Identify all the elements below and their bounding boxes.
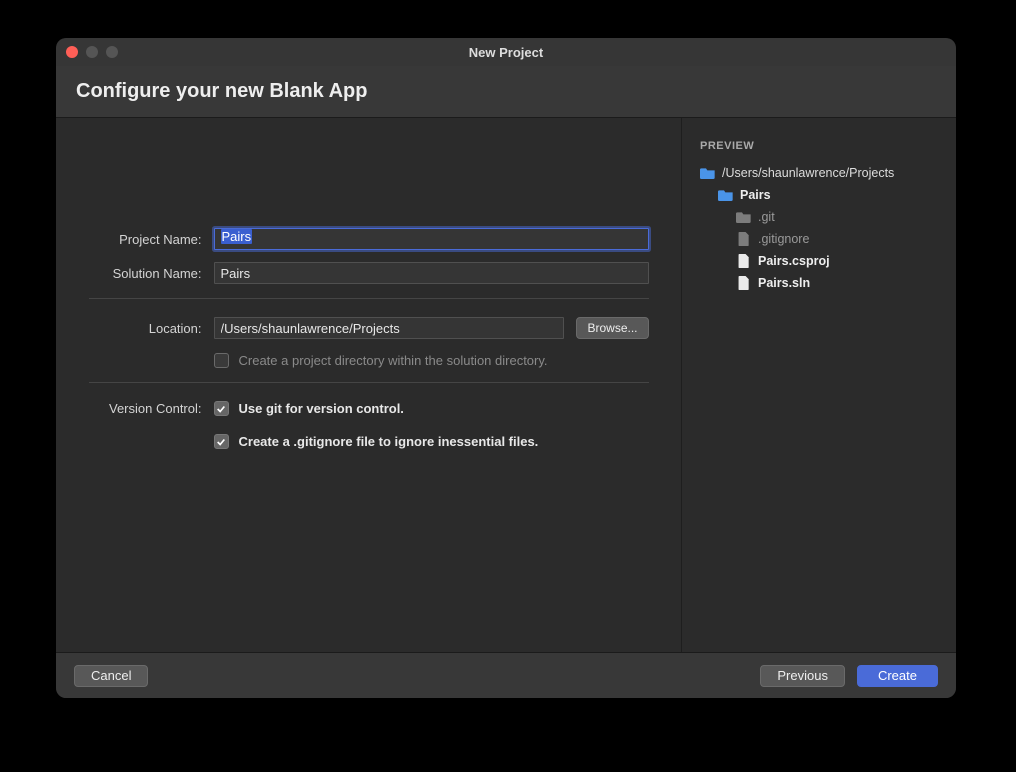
location-input[interactable] <box>214 317 565 339</box>
footer: Cancel Previous Create <box>56 652 956 698</box>
window-controls <box>66 46 118 58</box>
folder-icon <box>700 166 716 180</box>
tree-item-label: Pairs.csproj <box>758 254 830 268</box>
project-name-value: Pairs <box>221 229 253 244</box>
solution-name-input[interactable] <box>214 262 649 284</box>
tree-item: Pairs.csproj <box>700 250 942 272</box>
file-icon <box>736 254 752 268</box>
tree-item-label: Pairs.sln <box>758 276 810 290</box>
divider <box>89 382 649 383</box>
body: Project Name: Pairs Solution Name: Locat… <box>56 118 956 652</box>
tree-item: .gitignore <box>700 228 942 250</box>
cancel-button[interactable]: Cancel <box>74 665 148 687</box>
project-name-input[interactable]: Pairs <box>214 228 649 250</box>
version-control-label: Version Control: <box>89 401 214 416</box>
page-title: Configure your new Blank App <box>76 80 368 103</box>
tree-item: .git <box>700 206 942 228</box>
use-git-label: Use git for version control. <box>239 401 404 416</box>
divider <box>89 298 649 299</box>
solution-name-label: Solution Name: <box>89 266 214 281</box>
form-area: Project Name: Pairs Solution Name: Locat… <box>56 118 681 652</box>
tree-item-label: Pairs <box>740 188 771 202</box>
minimize-window-icon[interactable] <box>86 46 98 58</box>
create-button[interactable]: Create <box>857 665 938 687</box>
create-gitignore-checkbox[interactable] <box>214 434 229 449</box>
preview-panel: PREVIEW /Users/shaunlawrence/Projects Pai… <box>681 118 956 652</box>
tree-item-label: .git <box>758 210 775 224</box>
close-window-icon[interactable] <box>66 46 78 58</box>
folder-icon <box>736 210 752 224</box>
file-icon <box>736 276 752 290</box>
project-name-label: Project Name: <box>89 232 214 247</box>
file-icon <box>736 232 752 246</box>
tree-item: Pairs.sln <box>700 272 942 294</box>
page-header: Configure your new Blank App <box>56 66 956 118</box>
maximize-window-icon[interactable] <box>106 46 118 58</box>
folder-icon <box>718 188 734 202</box>
use-git-checkbox[interactable] <box>214 401 229 416</box>
location-label: Location: <box>89 321 214 336</box>
browse-button[interactable]: Browse... <box>576 317 648 339</box>
window-title: New Project <box>56 45 956 60</box>
tree-item-label: /Users/shaunlawrence/Projects <box>722 166 894 180</box>
create-directory-label: Create a project directory within the so… <box>239 353 548 368</box>
tree-item: Pairs <box>700 184 942 206</box>
tree-item: /Users/shaunlawrence/Projects <box>700 162 942 184</box>
previous-button[interactable]: Previous <box>760 665 845 687</box>
create-directory-checkbox[interactable] <box>214 353 229 368</box>
create-gitignore-label: Create a .gitignore file to ignore iness… <box>239 434 539 449</box>
preview-tree: /Users/shaunlawrence/Projects Pairs .git .g… <box>700 162 942 294</box>
titlebar: New Project <box>56 38 956 66</box>
new-project-window: New Project Configure your new Blank App… <box>56 38 956 698</box>
preview-title: PREVIEW <box>700 140 942 152</box>
tree-item-label: .gitignore <box>758 232 809 246</box>
